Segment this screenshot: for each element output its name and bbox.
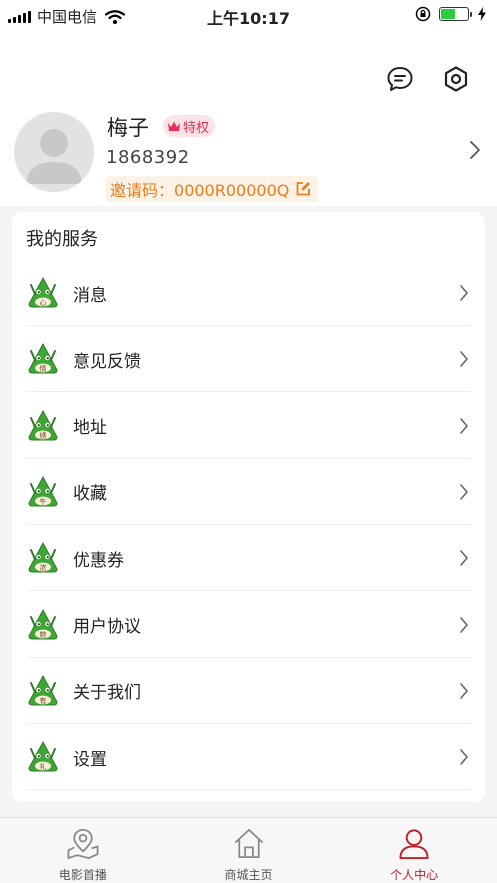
service-row-feedback[interactable]: 情 意见反馈 — [12, 326, 485, 393]
chevron-right-icon — [460, 550, 468, 566]
orientation-lock-icon — [415, 6, 431, 22]
chevron-right-icon — [460, 749, 468, 765]
svg-text:礼: 礼 — [40, 762, 47, 771]
svg-text:情: 情 — [40, 364, 47, 373]
zongzi-mascot-icon: 情 — [28, 343, 58, 374]
service-row-coupons[interactable]: 浓 优惠券 — [12, 525, 485, 592]
chevron-right-icon — [460, 616, 468, 633]
profile-chevron-icon[interactable] — [469, 140, 481, 160]
hexagon-settings-icon[interactable] — [442, 65, 470, 93]
default-avatar-icon — [26, 129, 82, 184]
zongzi-mascot-icon: 有 — [28, 674, 58, 706]
zongzi-mascot-icon: 礼 — [28, 741, 58, 772]
chat-bubble-icon[interactable] — [386, 65, 414, 93]
svg-text:绣: 绣 — [40, 431, 47, 440]
user-icon — [399, 829, 429, 860]
services-card: 我的服务 心 消息情 意见反馈绣 地址午 收藏浓 优惠券粽 用户协议有 关于我们礼 设置 — [12, 212, 485, 802]
tab-movie[interactable]: 电影首播 — [0, 818, 166, 883]
svg-text:有: 有 — [40, 696, 47, 705]
svg-text:心: 心 — [40, 299, 47, 307]
status-right — [415, 6, 487, 22]
row-divider — [26, 789, 471, 791]
service-label: 意见反馈 — [73, 351, 141, 372]
user-name: 梅子 — [107, 116, 149, 140]
tab-mall[interactable]: 商城主页 — [166, 818, 332, 883]
chevron-right-icon — [460, 285, 468, 301]
service-row-favorites[interactable]: 午 收藏 — [12, 459, 485, 525]
service-row-settings[interactable]: 礼 设置 — [12, 724, 485, 791]
service-row-address[interactable]: 绣 地址 — [12, 393, 485, 459]
charging-icon — [478, 7, 486, 21]
zongzi-mascot-icon: 午 — [28, 475, 58, 507]
status-bar: 中国电信 上午10:17 — [0, 0, 497, 30]
service-row-messages[interactable]: 心 消息 — [12, 260, 485, 326]
service-row-about-us[interactable]: 有 关于我们 — [12, 658, 485, 724]
service-label: 消息 — [73, 285, 107, 306]
service-label: 用户协议 — [73, 617, 141, 637]
map-pin-icon — [67, 829, 99, 859]
crown-icon — [168, 121, 180, 131]
chevron-right-icon — [460, 417, 468, 434]
zongzi-mascot-icon: 心 — [28, 276, 58, 308]
battery-icon — [439, 7, 472, 21]
chevron-right-icon — [460, 484, 468, 500]
svg-text:粽: 粽 — [40, 630, 47, 639]
profile-header: 梅子 特权 1868392 邀请码：0000R00000Q — [0, 30, 497, 206]
tab-profile[interactable]: 个人中心 — [331, 818, 497, 883]
service-label: 优惠券 — [73, 550, 124, 571]
home-icon — [234, 829, 263, 858]
service-row-user-agreement[interactable]: 粽 用户协议 — [12, 592, 485, 658]
zongzi-mascot-icon: 浓 — [28, 542, 58, 573]
phone-number: 1868392 — [106, 147, 190, 168]
vip-badge[interactable]: 特权 — [163, 115, 216, 137]
invite-label: 邀请码： — [110, 181, 175, 200]
service-label: 收藏 — [73, 484, 107, 505]
invite-code: 0000R00000Q — [174, 181, 290, 200]
zongzi-mascot-icon: 绣 — [28, 409, 58, 441]
tab-profile-label: 个人中心 — [390, 868, 439, 882]
tab-mall-label: 商城主页 — [224, 868, 273, 882]
chevron-right-icon — [460, 682, 468, 699]
svg-text:午: 午 — [40, 497, 47, 506]
edit-icon[interactable] — [295, 181, 311, 197]
chevron-right-icon — [460, 351, 468, 368]
services-title: 我的服务 — [26, 229, 98, 250]
tab-movie-label: 电影首播 — [58, 868, 107, 882]
svg-text:浓: 浓 — [40, 563, 47, 572]
invite-code-box[interactable]: 邀请码：0000R00000Q — [106, 176, 318, 202]
service-label: 关于我们 — [73, 683, 141, 704]
tab-bar: 电影首播 商城主页 个人中心 — [0, 817, 497, 883]
avatar[interactable] — [14, 112, 94, 192]
vip-badge-label: 特权 — [183, 120, 210, 136]
service-label: 地址 — [73, 418, 107, 439]
service-label: 设置 — [73, 749, 107, 770]
zongzi-mascot-icon: 粽 — [28, 608, 58, 639]
